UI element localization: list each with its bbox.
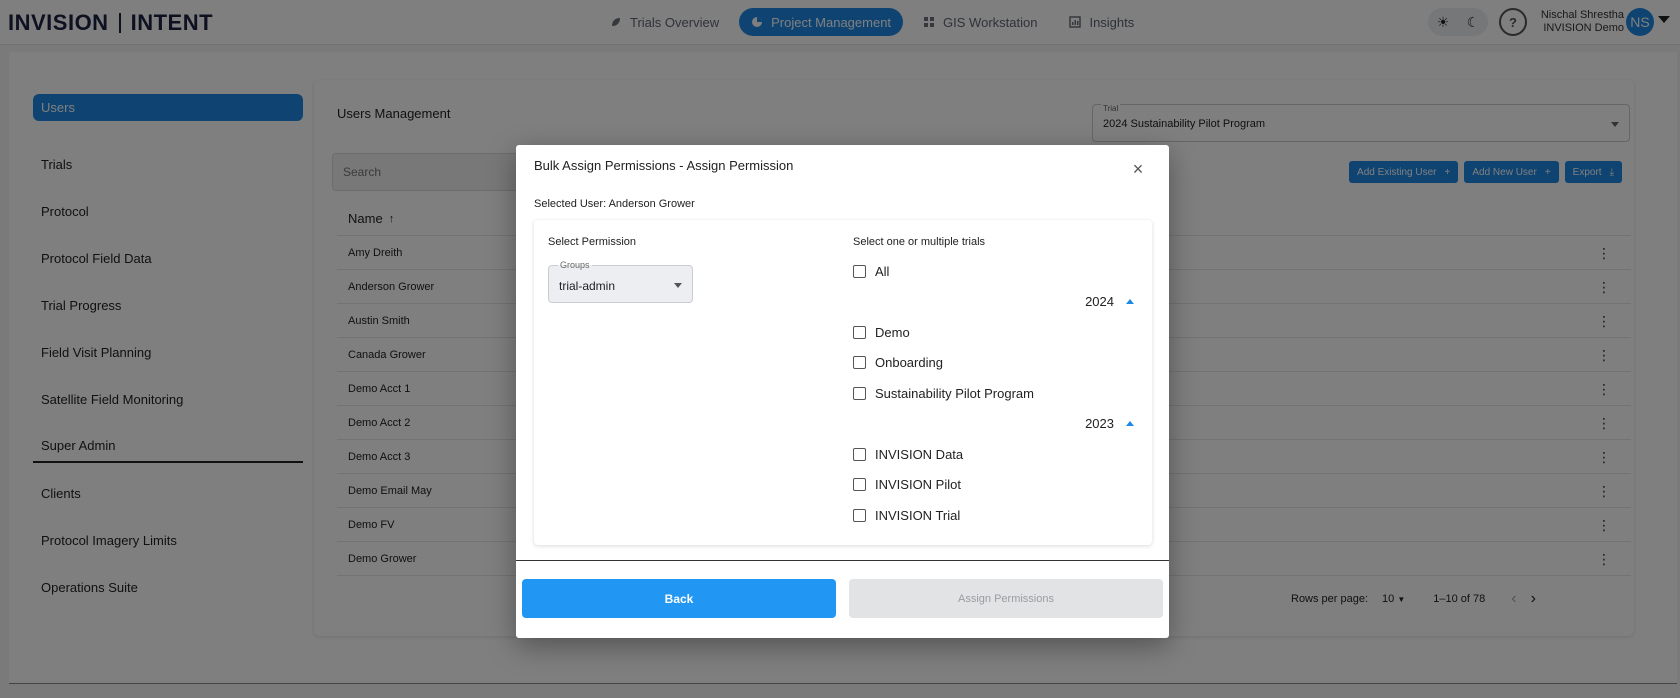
checkbox[interactable] xyxy=(853,387,866,400)
checkbox[interactable] xyxy=(853,356,866,369)
groups-select[interactable]: Groups trial-admin xyxy=(548,260,693,303)
select-permission-label: Select Permission xyxy=(548,236,637,248)
checkbox-trial[interactable]: Demo xyxy=(853,325,910,340)
checkbox-trial[interactable]: Onboarding xyxy=(853,355,943,370)
chevron-down-icon xyxy=(674,283,682,288)
permission-card: Select Permission Groups trial-admin Sel… xyxy=(534,220,1152,545)
checkbox-label: Sustainability Pilot Program xyxy=(875,386,1034,401)
checkbox-label: INVISION Data xyxy=(875,447,964,462)
checkbox-label: INVISION Trial xyxy=(875,508,961,523)
checkbox[interactable] xyxy=(853,509,866,522)
year-group-2024[interactable]: 2024 xyxy=(1085,294,1134,309)
dialog-divider xyxy=(516,560,1169,561)
checkbox-trial[interactable]: Sustainability Pilot Program xyxy=(853,386,1034,401)
checkbox-trial[interactable]: INVISION Trial xyxy=(853,508,960,523)
back-button[interactable]: Back xyxy=(522,579,836,618)
selected-user: Selected User: Anderson Grower xyxy=(534,198,695,210)
groups-value: trial-admin xyxy=(559,279,616,293)
checkbox[interactable] xyxy=(853,448,866,461)
checkbox[interactable] xyxy=(853,265,866,278)
chevron-up-icon[interactable] xyxy=(1126,299,1134,304)
chevron-up-icon[interactable] xyxy=(1126,421,1134,426)
select-trials-label: Select one or multiple trials xyxy=(853,236,986,248)
groups-label: Groups xyxy=(558,260,592,270)
dialog-title: Bulk Assign Permissions - Assign Permiss… xyxy=(534,158,794,173)
year-label: 2024 xyxy=(1085,294,1114,309)
assign-permissions-button[interactable]: Assign Permissions xyxy=(849,579,1163,618)
checkbox-label: Demo xyxy=(875,325,910,340)
checkbox[interactable] xyxy=(853,478,866,491)
assign-permission-dialog: Bulk Assign Permissions - Assign Permiss… xyxy=(516,145,1169,638)
checkbox[interactable] xyxy=(853,326,866,339)
checkbox-all[interactable]: All xyxy=(853,264,889,279)
checkbox-trial[interactable]: INVISION Data xyxy=(853,447,963,462)
checkbox-label: All xyxy=(875,264,890,279)
checkbox-label: INVISION Pilot xyxy=(875,477,961,492)
close-icon[interactable]: × xyxy=(1130,160,1146,178)
checkbox-label: Onboarding xyxy=(875,355,943,370)
year-label: 2023 xyxy=(1085,416,1114,431)
checkbox-trial[interactable]: INVISION Pilot xyxy=(853,477,961,492)
year-group-2023[interactable]: 2023 xyxy=(1085,416,1134,431)
